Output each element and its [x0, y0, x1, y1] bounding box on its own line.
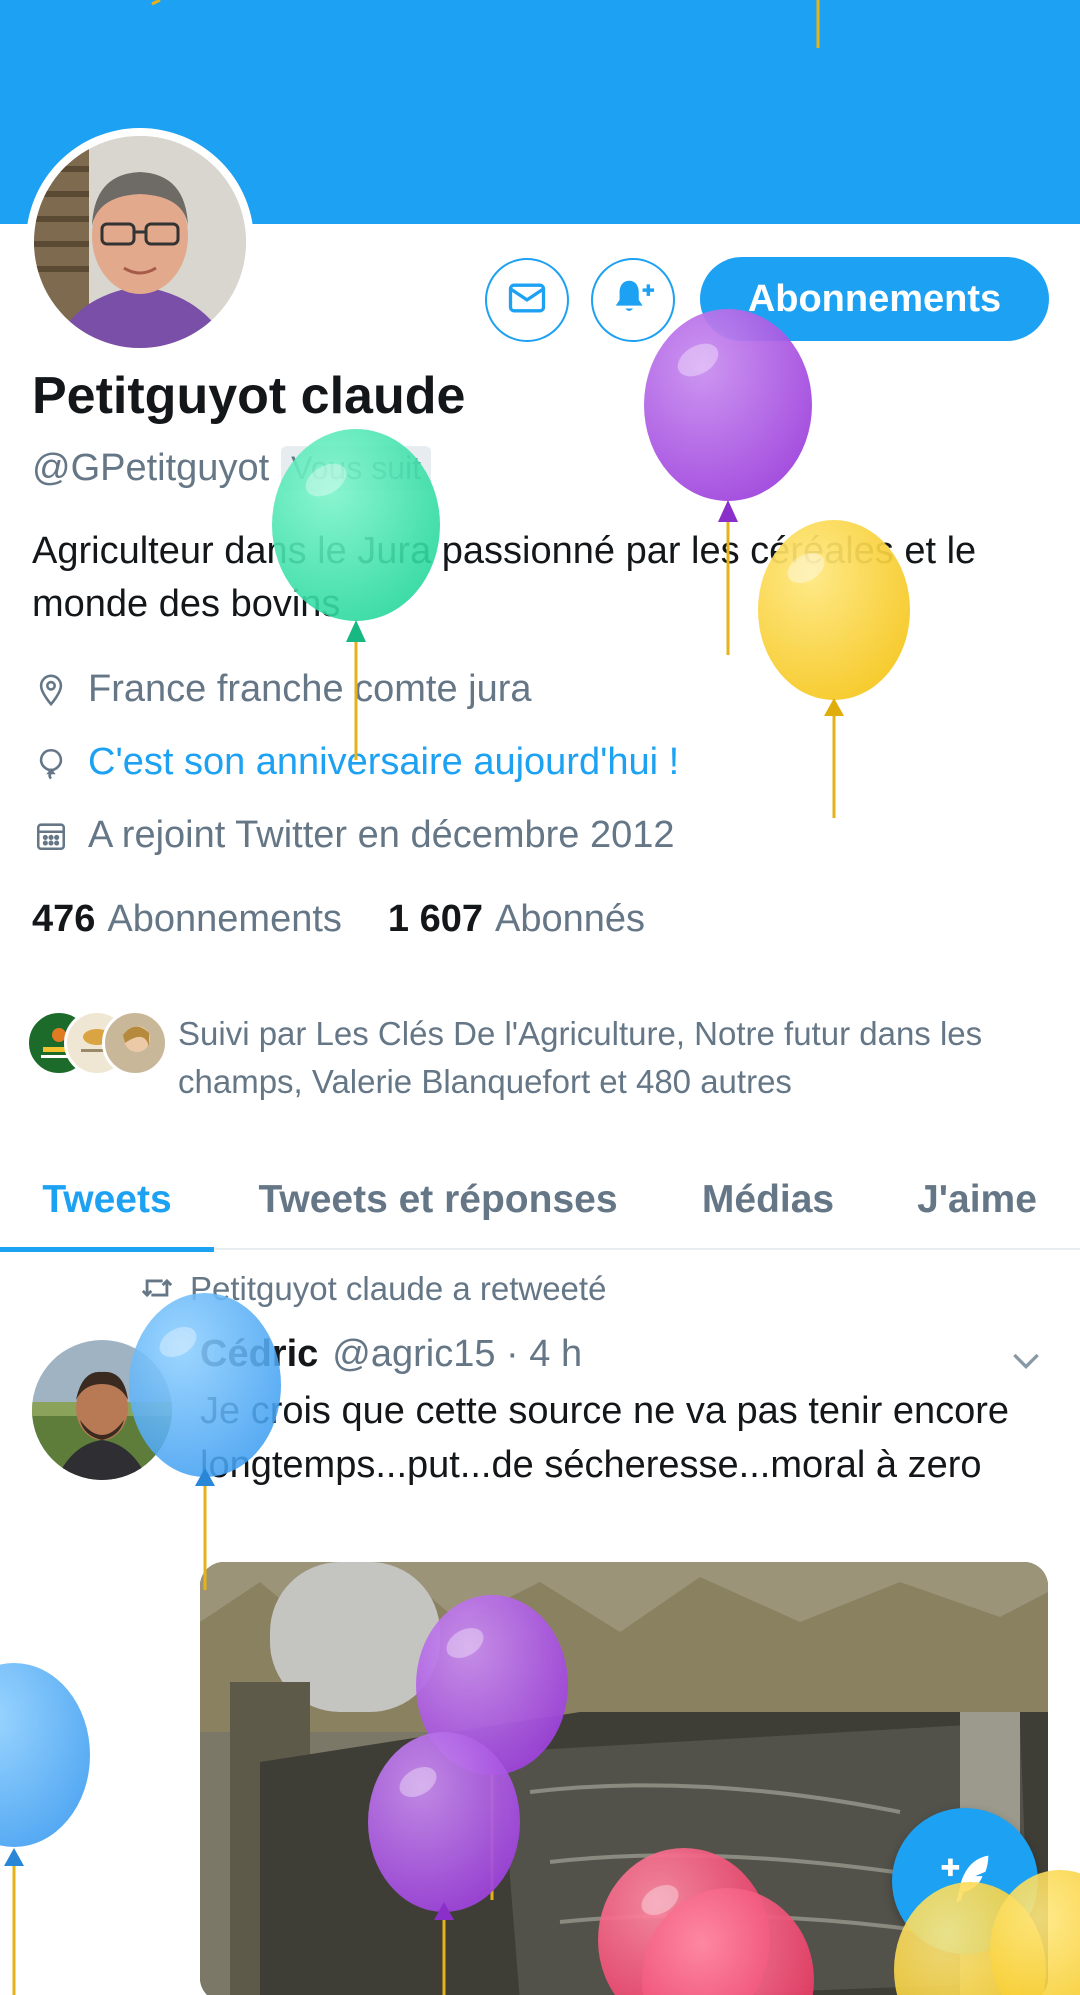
tweet-text: Je crois que cette source ne va pas teni… — [200, 1390, 1010, 1486]
profile-handle: @GPetitguyot — [32, 447, 270, 489]
followers-count: 1 607 — [387, 898, 483, 940]
handle-row: @GPetitguyot Vous suit — [32, 446, 431, 491]
birthday-text: C'est son anniversaire aujourd'hui ! — [88, 741, 680, 783]
retweet-icon — [140, 1271, 176, 1307]
calendar-icon — [32, 817, 70, 855]
follows-you-badge: Vous suit — [281, 446, 431, 491]
retweet-context: Petitguyot claude a retweeté — [140, 1270, 606, 1308]
followers-count-link[interactable]: 1 607 Abonnés — [388, 898, 645, 941]
avatar-image — [34, 136, 246, 348]
tweet-author-name[interactable]: Cédric — [200, 1333, 318, 1376]
balloon-icon — [32, 744, 70, 782]
message-button[interactable] — [485, 258, 569, 342]
followers-label: Abonnés — [495, 898, 646, 940]
joined-row: A rejoint Twitter en décembre 2012 — [32, 814, 675, 857]
envelope-icon — [505, 276, 549, 325]
followed-by-row[interactable]: Suivi par Les Clés De l'Agriculture, Not… — [26, 1010, 982, 1100]
compose-feather-icon — [930, 1844, 1000, 1919]
profile-avatar[interactable] — [26, 128, 254, 356]
tab-media[interactable]: Médias — [662, 1150, 874, 1250]
balloon-blue-2 — [0, 1663, 90, 1995]
following-button[interactable]: Abonnements — [700, 257, 1049, 341]
following-label: Abonnements — [107, 898, 342, 940]
location-text: France franche comte jura — [88, 668, 532, 710]
birthday-row: C'est son anniversaire aujourd'hui ! — [32, 741, 679, 784]
profile-name: Petitguyot claude — [32, 367, 466, 425]
profile-bio: Agriculteur dans le Jura passionné par l… — [32, 530, 977, 625]
joined-text: A rejoint Twitter en décembre 2012 — [88, 814, 675, 856]
notifications-button[interactable] — [591, 258, 675, 342]
tab-likes[interactable]: J'aime — [874, 1150, 1080, 1250]
follow-counts: 476 Abonnements 1 607 Abonnés — [32, 898, 645, 941]
followed-by-text: Suivi par Les Clés De l'Agriculture, Not… — [178, 1015, 983, 1100]
followed-by-avatars — [26, 1010, 168, 1080]
follower-avatar-3 — [102, 1010, 168, 1076]
following-count-link[interactable]: 476 Abonnements — [32, 898, 342, 941]
tab-tweets-replies[interactable]: Tweets et réponses — [214, 1150, 662, 1250]
location-pin-icon — [32, 671, 70, 709]
retweet-text: Petitguyot claude a retweeté — [190, 1270, 607, 1307]
bell-plus-icon — [610, 275, 656, 326]
profile-tabs: Tweets Tweets et réponses Médias J'aime — [0, 1150, 1080, 1252]
location-row: France franche comte jura — [32, 668, 532, 711]
chevron-down-icon[interactable] — [1006, 1340, 1046, 1380]
tab-tweets[interactable]: Tweets — [0, 1150, 214, 1252]
tweet-author-avatar[interactable] — [32, 1340, 172, 1480]
following-count: 476 — [32, 898, 96, 940]
tweet-header: Cédric @agric15 · 4 h — [200, 1333, 582, 1376]
tweet-author-meta: @agric15 · 4 h — [332, 1333, 583, 1375]
compose-tweet-button[interactable] — [892, 1808, 1038, 1954]
